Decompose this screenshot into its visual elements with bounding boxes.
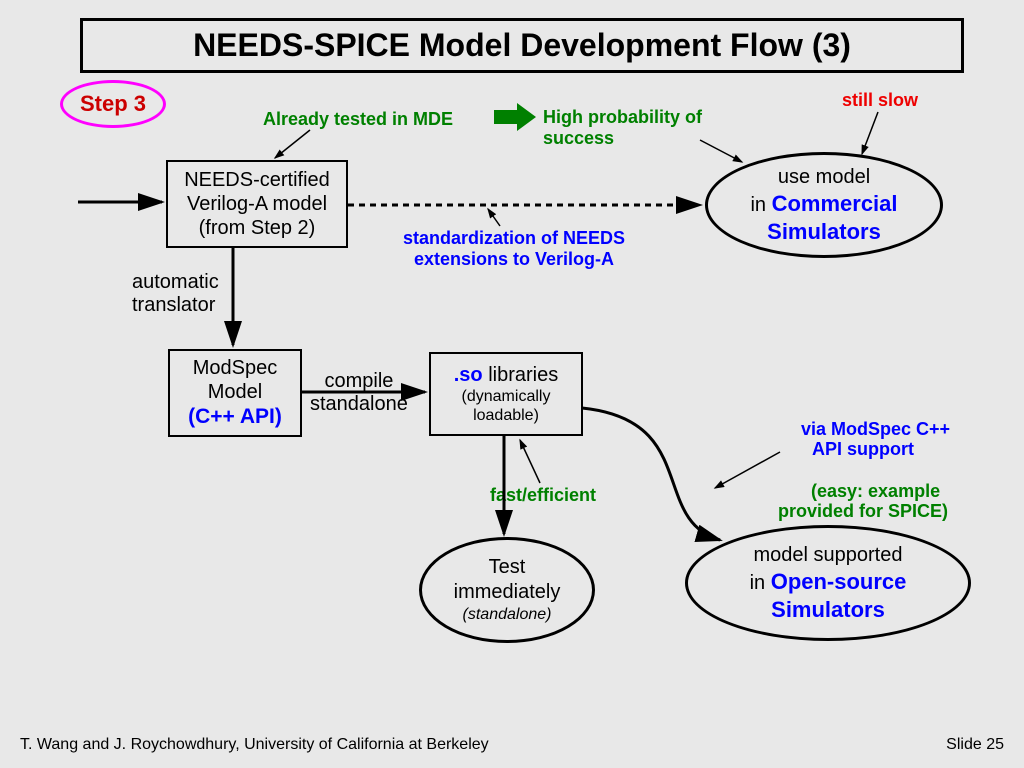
label-fast-efficient: fast/efficient: [490, 485, 596, 506]
label-still-slow: still slow: [842, 90, 918, 111]
box-modspec-l3: (C++ API): [188, 404, 282, 429]
block-arrow-icon: [494, 103, 536, 131]
box-needs-cert-l1: NEEDS-certified: [184, 168, 330, 192]
ellipse-opensource: model supported in Open-source Simulator…: [685, 525, 971, 641]
so-prefix: .so: [454, 364, 483, 386]
box-modspec-l1: ModSpec: [193, 356, 278, 380]
box-needs-cert-l2: Verilog-A model: [187, 192, 327, 216]
page-title: NEEDS-SPICE Model Development Flow (3): [80, 18, 964, 73]
ellipse-opensource-l2-em: Open-source: [771, 569, 907, 594]
ellipse-commercial-l3: Simulators: [767, 218, 881, 246]
ellipse-test-l2: immediately: [454, 580, 561, 605]
ellipse-commercial-l1: use model: [778, 165, 870, 190]
ellipse-commercial-l2: in Commercial: [750, 190, 897, 218]
label-compile: compile standalone: [310, 370, 408, 416]
ellipse-commercial: use model in Commercial Simulators: [705, 152, 943, 258]
ellipse-opensource-l3: Simulators: [771, 596, 885, 624]
label-via-modspec-line1: via ModSpec C++ API support: [801, 419, 950, 460]
ellipse-opensource-l1: model supported: [754, 543, 903, 568]
box-needs-cert-l3: (from Step 2): [199, 216, 316, 240]
label-standardization: standardization of NEEDS extensions to V…: [403, 228, 625, 269]
label-via-modspec: via ModSpec C++ API support (easy: examp…: [776, 398, 950, 543]
box-so-libs-l3: loadable): [473, 406, 539, 425]
box-needs-cert: NEEDS-certified Verilog-A model (from St…: [166, 160, 348, 248]
step-badge: Step 3: [60, 80, 166, 128]
footer-left: T. Wang and J. Roychowdhury, University …: [20, 736, 489, 754]
box-so-libs: .so libraries (dynamically loadable): [429, 352, 583, 436]
slide: NEEDS-SPICE Model Development Flow (3) S…: [0, 0, 1024, 768]
ellipse-test: Test immediately (standalone): [419, 537, 595, 643]
footer-right: Slide 25: [946, 736, 1004, 754]
label-auto-translator: automatic translator: [132, 271, 219, 317]
ellipse-opensource-l2-pre: in: [750, 572, 771, 594]
ellipse-commercial-l2-pre: in: [750, 194, 771, 216]
ellipse-opensource-l2: in Open-source: [750, 568, 907, 596]
box-so-libs-l1: .so libraries: [454, 363, 558, 387]
ellipse-commercial-l2-em: Commercial: [772, 191, 898, 216]
label-easy-example: (easy: example provided for SPICE): [778, 481, 948, 522]
box-modspec-l2: Model: [208, 380, 262, 404]
label-high-prob: High probability of success: [543, 107, 702, 148]
ellipse-test-l1: Test: [489, 555, 526, 580]
box-so-libs-l2: (dynamically: [462, 387, 551, 406]
ellipse-test-l3: (standalone): [463, 605, 552, 625]
so-rest: libraries: [483, 364, 559, 386]
box-modspec: ModSpec Model (C++ API): [168, 349, 302, 437]
label-tested-mde: Already tested in MDE: [263, 109, 453, 130]
